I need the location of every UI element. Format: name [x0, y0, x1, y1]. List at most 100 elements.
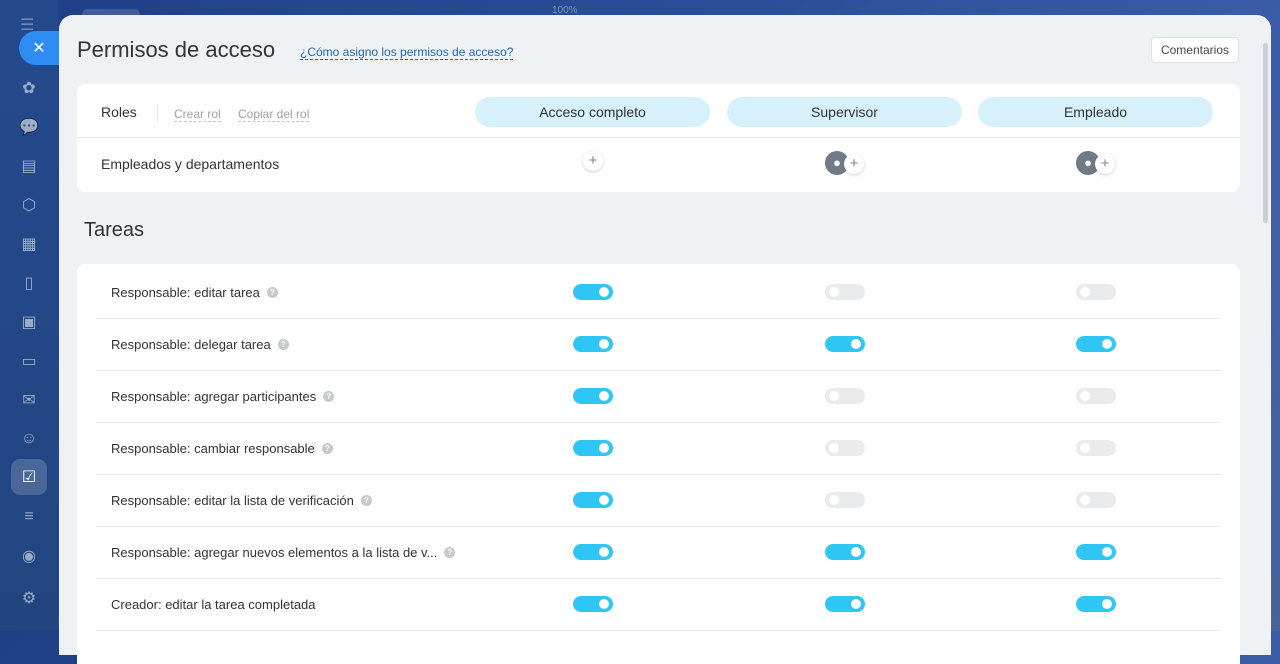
permission-row: Responsable: editar la lista de verifica… — [96, 474, 1221, 527]
permission-toggle[interactable] — [1076, 440, 1116, 456]
hexagon-icon[interactable]: ⬡ — [17, 193, 41, 217]
toggle-knob — [1102, 547, 1112, 557]
close-button[interactable]: ✕ — [19, 31, 59, 65]
permissions-card: Responsable: editar tarea? Responsable: d… — [77, 264, 1240, 664]
permission-toggle[interactable] — [573, 492, 613, 508]
permission-toggle[interactable] — [825, 492, 865, 508]
permission-toggle[interactable] — [825, 284, 865, 300]
permission-row: Responsable: cambiar responsable? — [96, 422, 1221, 475]
permission-label: Responsable: agregar nuevos elementos a … — [111, 545, 456, 560]
board-icon[interactable]: ▣ — [17, 310, 41, 334]
card-icon[interactable]: ▭ — [17, 349, 41, 373]
permission-toggle[interactable] — [825, 336, 865, 352]
contacts-icon[interactable]: ☺ — [17, 427, 41, 451]
create-role-link[interactable]: Crear rol — [174, 107, 221, 122]
add-member-button[interactable]: + — [583, 151, 603, 171]
toggle-knob — [851, 339, 861, 349]
permission-label: Responsable: editar tarea? — [111, 285, 278, 300]
add-member-button[interactable]: + — [844, 154, 864, 174]
permission-toggle[interactable] — [573, 388, 613, 404]
calendar-icon[interactable]: ▦ — [17, 232, 41, 256]
permission-toggle[interactable] — [1076, 284, 1116, 300]
toggle-knob — [829, 443, 839, 453]
toggle-knob — [599, 599, 609, 609]
permission-row: Responsable: delegar tarea? — [96, 318, 1221, 371]
permission-label: Creador: editar la tarea completada — [111, 597, 316, 612]
permission-toggle[interactable] — [1076, 388, 1116, 404]
roles-card: Roles Crear rol Copiar del rol Acceso co… — [77, 84, 1240, 192]
permission-toggle[interactable] — [573, 284, 613, 300]
permission-label: Responsable: editar la lista de verifica… — [111, 493, 372, 508]
help-icon[interactable]: ? — [321, 443, 333, 454]
access-permissions-panel: Permisos de acceso ¿Cómo asigno los perm… — [59, 15, 1271, 664]
toggle-knob — [599, 547, 609, 557]
toggle-knob — [1102, 599, 1112, 609]
feed-icon[interactable]: ▤ — [17, 154, 41, 178]
settings-icon[interactable]: ⚙ — [17, 586, 41, 610]
permission-toggle[interactable] — [825, 596, 865, 612]
permission-row: Creador: editar la tarea completada — [96, 578, 1221, 631]
help-link[interactable]: ¿Cómo asigno los permisos de acceso? — [300, 45, 514, 60]
help-icon[interactable]: ? — [266, 287, 278, 298]
employees-departments-label: Empleados y departamentos — [101, 156, 280, 172]
toggle-knob — [829, 391, 839, 401]
permission-label-text: Responsable: cambiar responsable — [111, 441, 315, 456]
page-title: Permisos de acceso — [77, 37, 276, 62]
chat-icon[interactable]: 💬 — [17, 115, 41, 139]
help-icon[interactable]: ? — [323, 391, 335, 402]
help-icon[interactable]: ? — [444, 547, 456, 558]
section-title: Tareas — [84, 219, 145, 241]
permission-toggle[interactable] — [1076, 492, 1116, 508]
close-icon: ✕ — [32, 40, 46, 57]
tasks-icon[interactable]: ☑ — [11, 459, 47, 495]
document-icon[interactable]: ▯ — [17, 271, 41, 295]
left-nav-rail: ☰ ✿ 💬 ▤ ⬡ ▦ ▯ ▣ ▭ ✉ ☺ ☑ ≡ ◉ ⚙ — [0, 0, 58, 631]
permission-label-text: Responsable: editar la lista de verifica… — [111, 493, 354, 508]
permission-toggle[interactable] — [825, 440, 865, 456]
permission-toggle[interactable] — [573, 440, 613, 456]
permission-toggle[interactable] — [1076, 596, 1116, 612]
help-icon[interactable]: ? — [360, 495, 372, 506]
toggle-knob — [599, 339, 609, 349]
copy-role-link[interactable]: Copiar del rol — [238, 107, 310, 122]
toggle-knob — [599, 287, 609, 297]
pulse-icon[interactable]: ✿ — [17, 76, 41, 100]
role-employee[interactable]: Empleado — [978, 97, 1213, 127]
permission-toggle[interactable] — [573, 336, 613, 352]
role-supervisor[interactable]: Supervisor — [727, 97, 962, 127]
scrollbar[interactable] — [1263, 43, 1268, 223]
comments-button[interactable]: Comentarios — [1150, 37, 1239, 63]
permission-toggle[interactable] — [573, 544, 613, 560]
help-icon[interactable]: ? — [277, 339, 289, 350]
mail-icon[interactable]: ✉ — [17, 388, 41, 412]
permission-row: Responsable: editar tarea? — [96, 266, 1221, 319]
permission-toggle[interactable] — [825, 544, 865, 560]
add-member-button[interactable]: + — [1095, 154, 1115, 174]
toggle-knob — [1080, 391, 1090, 401]
permission-toggle[interactable] — [1076, 336, 1116, 352]
permission-label-text: Responsable: delegar tarea — [111, 337, 271, 352]
permission-label: Responsable: delegar tarea? — [111, 337, 289, 352]
toggle-knob — [599, 391, 609, 401]
robot-icon[interactable]: ◉ — [17, 544, 41, 568]
permission-label-text: Responsable: agregar nuevos elementos a … — [111, 545, 438, 560]
role-full-access[interactable]: Acceso completo — [475, 97, 710, 127]
toggle-knob — [1080, 495, 1090, 505]
permission-toggle[interactable] — [1076, 544, 1116, 560]
permission-label-text: Responsable: agregar participantes — [111, 389, 317, 404]
roles-label: Roles — [101, 104, 137, 120]
toggle-knob — [1102, 339, 1112, 349]
permission-toggle[interactable] — [825, 388, 865, 404]
toggle-knob — [599, 443, 609, 453]
permission-label: Responsable: cambiar responsable? — [111, 441, 333, 456]
toggle-knob — [599, 495, 609, 505]
toggle-knob — [1080, 443, 1090, 453]
permission-row: Responsable: agregar nuevos elementos a … — [96, 526, 1221, 579]
permission-toggle[interactable] — [573, 596, 613, 612]
permission-row: Responsable: agregar participantes? — [96, 370, 1221, 423]
permission-label-text: Creador: editar la tarea completada — [111, 597, 316, 612]
toggle-knob — [1080, 287, 1090, 297]
permission-label-text: Responsable: editar tarea — [111, 285, 260, 300]
toggle-knob — [829, 495, 839, 505]
filter-icon[interactable]: ≡ — [17, 505, 41, 529]
